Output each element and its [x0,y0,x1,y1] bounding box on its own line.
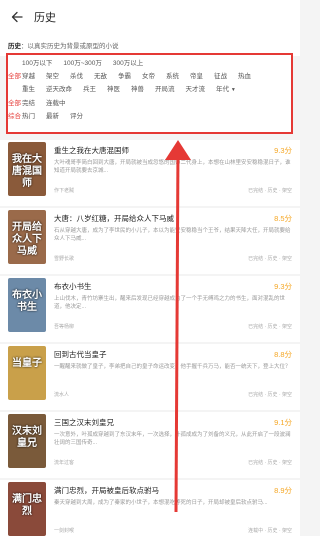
book-title: 重生之我在大唐混国师 [54,146,129,155]
book-author: 吾等杨柳 [54,324,75,330]
filter-tag[interactable]: 争霸 [118,70,131,83]
filter-tag[interactable]: 架空 [46,70,59,83]
book-cover: 汉末刘皇兄 [8,414,46,468]
filter-tag[interactable]: 女帝 [142,70,155,83]
book-description: 石从穿越大唐，成为了李世民的小儿子，本以为能安安稳稳当个王爷，结果天降大任，开局… [54,228,291,242]
filter-wordcount-1m-3m[interactable]: 100万~300万 [63,57,102,70]
book-status: 已完结 · 历史 · 架空 [248,392,292,398]
book-cover: 当皇子 [8,346,46,400]
book-cover: 开局给众人下马威 [8,210,46,264]
book-title: 大唐：八岁红糖，开局给众人下马威 [54,214,174,223]
book-status: 已完结 · 历史 · 架空 [248,324,292,330]
filter-tag[interactable]: 开局流 [155,83,175,97]
filter-row-label[interactable]: 全部 [8,70,22,83]
description-text: 以真实历史为背景或原型的小说 [27,43,119,50]
filter-tag[interactable]: 神医 [107,83,120,97]
book-status: 已完结 · 历史 · 架空 [248,188,292,194]
book-description: 一次意外，叶孤成穿越到了东汉末年，一次选择，叶孤成成为了刘备的义兄，从此开启了一… [54,432,291,446]
sort-newest[interactable]: 最新 [46,110,59,123]
book-item[interactable]: 我在大唐混国师 重生之我在大唐混国师 大叶魂哥李简白回到大唐，开局就被当成忽悠的… [0,140,300,206]
book-title: 回到古代当皇子 [54,350,107,359]
caret-down-icon: ▼ [230,87,236,93]
filter-tag[interactable]: 重生 [22,83,35,97]
sort-hot[interactable]: 热门 [22,110,35,123]
book-score: 8.5分 [274,214,292,223]
filter-tag[interactable]: 兵王 [83,83,96,97]
filter-wordcount-over-3m[interactable]: 300万以上 [113,57,143,70]
book-item[interactable]: 开局给众人下马威 大唐：八岁红糖，开局给众人下马威 石从穿越大唐，成为了李世民的… [0,208,300,274]
book-status: 连载中 · 历史 · 架空 [248,528,292,534]
sort-rating[interactable]: 评分 [70,110,83,123]
filter-panel: 100万以下 100万~300万 300万以上 全部 穿越 架空 杀伐 无敌 争… [6,53,293,134]
book-score: 9.3分 [274,282,292,291]
filter-tag[interactable]: 征战 [214,70,227,83]
filter-tag[interactable]: 帝皇 [190,70,203,83]
book-cover: 我在大唐混国师 [8,142,46,196]
filter-row-tags-2: 重生 逆天改命 兵王 神医 神兽 开局流 天才流 年代 ▼ [8,83,289,97]
filter-tag[interactable]: 系统 [166,70,179,83]
book-description: 大叶魂哥李简白回到大唐，开局就被当成忽悠的国师二代身上，本想在山林里安安稳稳混日… [54,160,291,174]
description-label: 历史 [8,43,21,50]
book-author: 流年过客 [54,460,75,466]
book-status: 已完结 · 历史 · 架空 [248,460,292,466]
book-description: 一醒醒来就做了皇子，李弟把自己的皇子命运改变，他手握千兵万马，能否一统天下，登上… [54,364,291,370]
book-score: 9.3分 [274,146,292,155]
filter-row-tags: 全部 穿越 架空 杀伐 无敌 争霸 女帝 系统 帝皇 征战 热血 [8,70,289,83]
filter-row-sort: 综合 热门 最新 评分 [8,110,289,123]
book-score: 8.8分 [274,350,292,359]
filter-tag[interactable]: 神兽 [131,83,144,97]
filter-tag[interactable]: 无敌 [94,70,107,83]
filter-tag[interactable]: 杀伐 [70,70,83,83]
book-list: 我在大唐混国师 重生之我在大唐混国师 大叶魂哥李简白回到大唐，开局就被当成忽悠的… [0,140,300,536]
filter-row-status: 全部 完结 连载中 [8,97,289,110]
filter-status-ongoing[interactable]: 连载中 [46,97,66,110]
filter-tag[interactable]: 热血 [238,70,251,83]
filter-row-label[interactable]: 全部 [8,97,22,110]
filter-tag[interactable]: 穿越 [22,70,35,83]
book-item[interactable]: 布衣小书生 布衣小书生 上山伐木，青竹坊寨生出，醒来后发现已经穿越成为了一个手无… [0,276,300,342]
book-item[interactable]: 当皇子 回到古代当皇子 一醒醒来就做了皇子，李弟把自己的皇子命运改变，他手握千兵… [0,344,300,410]
book-item[interactable]: 汉末刘皇兄 三国之汉末刘皇兄 一次意外，叶孤成穿越到了东汉末年，一次选择，叶孤成… [0,412,300,478]
book-cover: 布衣小书生 [8,278,46,332]
book-author: 一剑封喉 [54,528,75,534]
top-bar: 历史 [0,0,300,34]
book-title: 布衣小书生 [54,282,92,291]
book-description: 上山伐木，青竹坊寨生出，醒来后发现已经穿越成为了一个手无缚鸡之力的书生，面对混乱… [54,296,286,310]
book-title: 满门忠烈，开局被皇后软点驸马 [54,486,159,495]
back-arrow-icon[interactable] [8,8,26,26]
filter-tag[interactable]: 天才流 [186,83,206,97]
filter-wordcount-under-1m[interactable]: 100万以下 [22,57,52,70]
book-author: 雪野长歌 [54,256,75,262]
filter-row-label[interactable]: 综合 [8,110,22,123]
filter-tag[interactable]: 逆天改命 [46,83,72,97]
book-score: 8.9分 [274,486,292,495]
book-cover: 满门忠烈 [8,482,46,536]
book-score: 9.1分 [274,418,292,427]
filter-dropdown-year[interactable]: 年代 ▼ [216,83,236,97]
filter-row-wordcount: 100万以下 100万~300万 300万以上 [8,57,289,70]
filter-status-complete[interactable]: 完结 [22,97,35,110]
book-author: 流水人 [54,392,70,398]
book-description: 秦天穿越到大周，成为了秦家的小世子，本想混吃等死的日子，开局却被皇后软点驸马..… [54,500,268,506]
book-title: 三国之汉末刘皇兄 [54,418,114,427]
page-title: 历史 [34,12,56,24]
book-status: 已完结 · 历史 · 架空 [248,256,292,262]
book-item[interactable]: 满门忠烈 满门忠烈，开局被皇后软点驸马 秦天穿越到大周，成为了秦家的小世子，本想… [0,480,300,536]
book-author: 作下老贼 [54,188,75,194]
